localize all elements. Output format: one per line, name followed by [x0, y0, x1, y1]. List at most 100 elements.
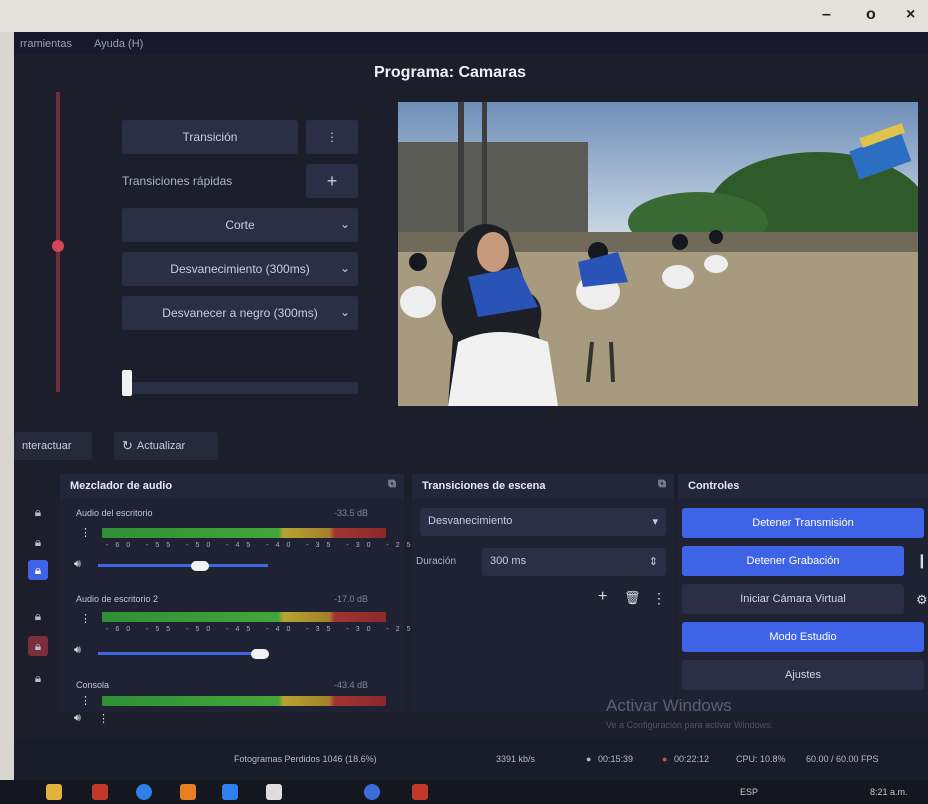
start-virtual-camera-button[interactable]: Iniciar Cámara Virtual: [682, 584, 904, 614]
stop-recording-button[interactable]: Detener Grabación: [682, 546, 904, 576]
audio-meter: [102, 612, 386, 622]
add-quick-transition-button[interactable]: +: [306, 164, 358, 198]
speaker-icon[interactable]: 🔊︎: [74, 712, 81, 725]
menu-help[interactable]: Ayuda (H): [94, 38, 143, 50]
transition-button[interactable]: Transición: [122, 120, 298, 154]
stream-time: 00:15:39: [598, 754, 634, 764]
lock-icon[interactable]: 🔒︎: [28, 636, 48, 656]
plus-icon[interactable]: +: [598, 588, 607, 606]
program-preview: [398, 102, 918, 406]
settings-button[interactable]: Ajustes: [682, 660, 924, 690]
scene-transitions-header: Transiciones de escena ⧉: [412, 474, 674, 498]
dock-undock-icon[interactable]: ⧉: [388, 478, 396, 491]
lock-icon[interactable]: 🔒︎: [28, 560, 48, 580]
kebab-icon[interactable]: ⋮: [98, 712, 109, 725]
quick-transition-fade-black[interactable]: Desvanecer a negro (300ms) ⌄: [122, 296, 358, 330]
chevron-down-icon: ▾: [652, 516, 658, 528]
fps-readout: 60.00 / 60.00 FPS: [806, 754, 879, 764]
channel-db: -43.4 dB: [334, 680, 369, 690]
quick-transition-label: Desvanecer a negro (300ms): [162, 306, 318, 320]
record-time: 00:22:12: [674, 754, 710, 764]
scene-transitions-dock: Transiciones de escena ⧉ Desvanecimiento…: [412, 474, 674, 712]
trash-icon[interactable]: 🗑︎: [624, 590, 641, 606]
store-icon[interactable]: [222, 784, 238, 800]
chevron-down-icon: ⌄: [339, 261, 350, 275]
lock-icon[interactable]: 🔒︎: [28, 668, 48, 688]
interact-label: nteractuar: [22, 440, 72, 452]
studio-mode-button[interactable]: Modo Estudio: [682, 622, 924, 652]
quick-transition-label: Desvanecimiento (300ms): [170, 262, 310, 276]
quick-transition-fade[interactable]: Desvanecimiento (300ms) ⌄: [122, 252, 358, 286]
dropped-frames: Fotogramas Perdidos 1046 (18.6%): [234, 754, 377, 764]
quick-transition-label: Corte: [225, 218, 255, 232]
audio-meter: [102, 528, 386, 538]
edge-browser-icon[interactable]: [136, 784, 152, 800]
obs-icon[interactable]: [266, 784, 282, 800]
interact-button[interactable]: nteractuar: [14, 432, 92, 460]
windows-taskbar: ESP 8:21 a.m.: [0, 780, 928, 804]
tbar-slider[interactable]: [122, 370, 358, 396]
lock-icon[interactable]: 🔒︎: [28, 532, 48, 552]
kebab-icon[interactable]: ⋮: [652, 590, 666, 607]
channel-name: Audio del escritorio: [76, 508, 153, 518]
menu-tools[interactable]: rramientas: [20, 38, 72, 50]
transition-select-value: Desvanecimiento: [428, 515, 513, 527]
audio-mixer-header: Mezclador de audio ⧉: [60, 474, 404, 498]
source-lock-column: 🔒︎ 🔒︎ 🔒︎ 🔒︎ 🔒︎ 🔒︎: [24, 502, 52, 702]
channel-name: Consola: [76, 680, 110, 690]
language-indicator[interactable]: ESP: [740, 787, 758, 797]
speaker-icon[interactable]: 🔊︎: [74, 644, 81, 657]
kebab-icon[interactable]: ⋮: [80, 612, 91, 625]
channel-name: Audio de escritorio 2: [76, 594, 159, 604]
chevron-down-icon: ⇕: [648, 556, 658, 568]
volume-slider-handle[interactable]: [250, 649, 269, 659]
app-icon[interactable]: [180, 784, 196, 800]
volume-slider-handle[interactable]: [191, 561, 209, 571]
duration-spinbox[interactable]: 300 ms ⇕: [482, 548, 666, 576]
app-icon[interactable]: [412, 784, 428, 800]
program-title: Programa: Camaras: [374, 64, 527, 81]
restore-button[interactable]: o: [866, 6, 876, 24]
tbar-handle[interactable]: [122, 370, 132, 396]
clock[interactable]: 8:21 a.m.: [870, 787, 908, 797]
dock-undock-icon[interactable]: ⧉: [658, 478, 666, 491]
transition-select[interactable]: Desvanecimiento ▾: [420, 508, 666, 536]
stop-stream-button[interactable]: Detener Transmisión: [682, 508, 924, 538]
kebab-icon: ⋮: [326, 130, 338, 144]
audio-mixer-title: Mezclador de audio: [70, 480, 173, 492]
gear-icon[interactable]: ⚙: [916, 592, 928, 608]
lock-icon[interactable]: 🔒︎: [28, 502, 48, 522]
duration-label: Duración: [416, 556, 457, 567]
chevron-down-icon: ⌄: [339, 217, 350, 231]
plus-icon: +: [326, 170, 338, 191]
activate-windows-title: Activar Windows: [606, 696, 732, 715]
studio-slider-handle[interactable]: [52, 240, 64, 252]
chevron-down-icon: ⌄: [339, 305, 350, 319]
controls-header: Controles: [678, 474, 928, 498]
chrome-icon[interactable]: [364, 784, 380, 800]
stream-indicator-icon: ●: [586, 754, 592, 764]
scene-transitions-title: Transiciones de escena: [422, 480, 546, 492]
record-indicator-icon: ●: [662, 754, 668, 764]
activate-windows-subtitle: Ve a Configuración para activar Windows.: [606, 720, 774, 730]
close-button[interactable]: ×: [906, 6, 915, 24]
controls-title: Controles: [688, 480, 740, 492]
minimize-button[interactable]: –: [822, 6, 831, 24]
status-bar: Fotogramas Perdidos 1046 (18.6%) 3391 kb…: [14, 738, 928, 780]
volume-slider[interactable]: [98, 564, 268, 567]
volume-slider[interactable]: [98, 652, 268, 655]
refresh-button[interactable]: ↻ Actualizar: [114, 432, 218, 460]
kebab-icon[interactable]: ⋮: [80, 526, 91, 539]
calendar-icon[interactable]: [92, 784, 108, 800]
speaker-icon[interactable]: 🔊︎: [74, 558, 81, 571]
audio-meter: [102, 696, 386, 706]
obs-window: rramientas Ayuda (H) Transición ⋮ Transi…: [14, 32, 928, 780]
pause-icon[interactable]: ❙: [916, 552, 928, 569]
program-video-frame: [398, 102, 918, 406]
refresh-icon: ↻: [122, 438, 133, 453]
folder-icon[interactable]: [46, 784, 62, 800]
transition-menu-button[interactable]: ⋮: [306, 120, 358, 154]
lock-icon[interactable]: 🔒︎: [28, 606, 48, 626]
kebab-icon[interactable]: ⋮: [80, 694, 91, 707]
quick-transition-cut[interactable]: Corte ⌄: [122, 208, 358, 242]
